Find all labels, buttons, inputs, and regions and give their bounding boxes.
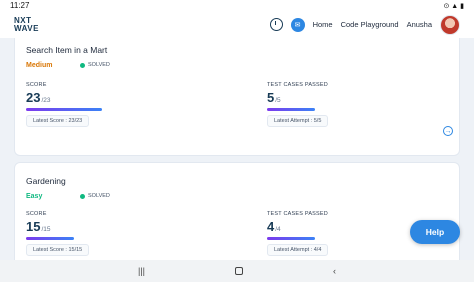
difficulty-label: Medium [26, 62, 53, 69]
user-name[interactable]: Anusha [407, 20, 432, 29]
nxtwave-logo[interactable]: NXT WAVE [14, 16, 39, 33]
avatar[interactable] [440, 14, 460, 35]
tests-progress-bar [267, 237, 315, 240]
score-number: 15 [26, 219, 41, 234]
test-cases-label: TEST CASES PASSED [267, 211, 328, 217]
status-bar: 11:27 ⊙ ▲ ▮ [0, 0, 474, 11]
problem-title[interactable]: Gardening [26, 176, 66, 186]
score-value: 15/15 [26, 219, 51, 234]
test-cases-label: TEST CASES PASSED [267, 82, 328, 88]
nav-home[interactable]: Home [313, 20, 333, 29]
score-label: SCORE [26, 82, 47, 88]
latest-score-chip: Latest Score : 15/15 [26, 244, 90, 256]
status-icons: ⊙ ▲ ▮ [443, 2, 464, 10]
tests-number: 4 [267, 219, 275, 234]
help-button[interactable]: Help [410, 220, 460, 244]
tests-progress-bar [267, 108, 315, 111]
solved-dot-icon [80, 193, 85, 199]
latest-score-chip: Latest Score : 23/23 [26, 115, 90, 127]
problem-title[interactable]: Search Item in a Mart [26, 45, 107, 55]
score-total: /23 [41, 97, 51, 104]
recents-icon[interactable]: ||| [138, 266, 145, 276]
tests-total: /5 [275, 97, 281, 104]
back-icon[interactable]: ‹ [333, 266, 336, 276]
logo-line2: WAVE [14, 23, 39, 33]
solved-dot-icon [80, 62, 85, 68]
top-header: NXT WAVE ✉ Home Code Playground Anusha [0, 11, 474, 38]
tests-number: 5 [267, 90, 275, 105]
timer-icon[interactable] [269, 18, 283, 31]
status-badge: SOLVED [80, 193, 110, 199]
status-text: SOLVED [88, 193, 110, 199]
score-progress-bar [26, 108, 102, 111]
arrow-right-icon[interactable]: → [443, 126, 453, 136]
tests-total: /4 [275, 226, 281, 233]
test-cases-value: 5/5 [267, 90, 281, 105]
problem-card[interactable]: Search Item in a Mart Medium SOLVED SCOR… [14, 38, 460, 156]
test-cases-value: 4/4 [267, 219, 281, 234]
difficulty-label: Easy [26, 193, 43, 200]
score-number: 23 [26, 90, 41, 105]
home-icon[interactable] [235, 267, 243, 275]
problem-card[interactable]: Gardening Easy SOLVED SCORE 15/15 Latest… [14, 162, 460, 260]
android-nav-bar: ||| ‹ [0, 260, 474, 282]
latest-attempt-chip: Latest Attempt : 5/5 [267, 115, 329, 127]
score-progress-bar [26, 237, 74, 240]
score-value: 23/23 [26, 90, 51, 105]
status-time: 11:27 [10, 1, 30, 10]
status-text: SOLVED [88, 62, 110, 68]
header-nav: ✉ Home Code Playground Anusha [269, 14, 460, 35]
score-total: /15 [41, 226, 51, 233]
score-label: SCORE [26, 211, 47, 217]
nav-code-playground[interactable]: Code Playground [341, 20, 399, 29]
problems-list: Search Item in a Mart Medium SOLVED SCOR… [0, 38, 474, 260]
latest-attempt-chip: Latest Attempt : 4/4 [267, 244, 329, 256]
status-badge: SOLVED [80, 62, 110, 68]
chat-icon[interactable]: ✉ [290, 17, 305, 32]
